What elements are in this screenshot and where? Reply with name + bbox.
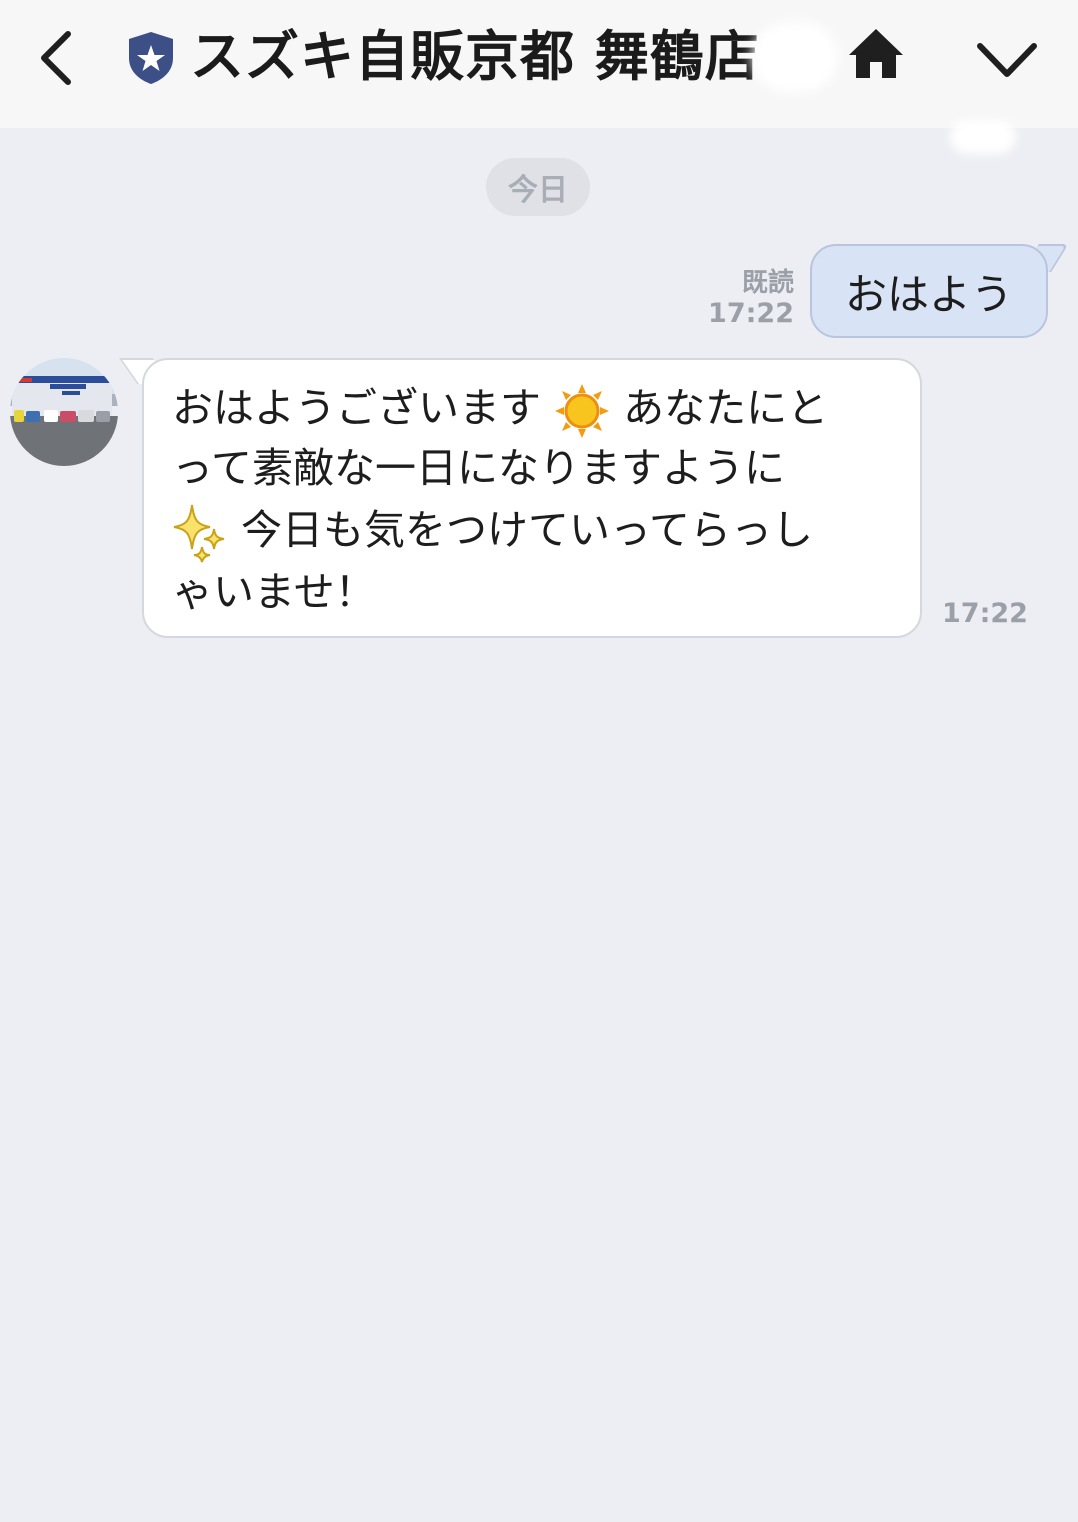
home-button[interactable] [846,24,906,84]
message-text: あなたにと [623,384,829,432]
back-button[interactable] [26,22,86,94]
menu-toggle-button[interactable] [974,34,1040,86]
message-line: って素敵な一日になりますように [172,444,785,492]
read-receipt: 既読 [741,268,794,298]
home-icon [849,29,903,78]
date-separator: 今日 [486,158,590,216]
store-photo-image [10,358,118,466]
obscured-region [752,22,838,92]
shield-star-icon [129,32,173,84]
message-line: おはようございます あなたにと [172,380,828,439]
message-time: 17:22 [708,298,794,329]
outgoing-message-bubble[interactable]: おはよう [810,244,1048,338]
chat-header: スズキ自販京都 舞鶴店 [0,0,1078,128]
message-line: 今日も気をつけていってらっし [172,502,813,563]
message-text: おはよう [844,269,1013,319]
obscured-region [950,120,1016,154]
sun-emoji [555,384,610,438]
chat-title: スズキ自販京都 舞鶴店 [190,25,760,88]
chevron-left-icon [41,31,71,85]
message-time: 17:22 [942,598,1028,629]
message-line: ゃいませ！ [172,568,376,616]
sparkles-emoji [173,504,225,563]
avatar[interactable] [10,358,118,466]
message-text: 今日も気をつけていってらっし [241,506,813,554]
message-text: おはようございます [172,384,541,432]
chevron-down-icon [977,43,1037,77]
